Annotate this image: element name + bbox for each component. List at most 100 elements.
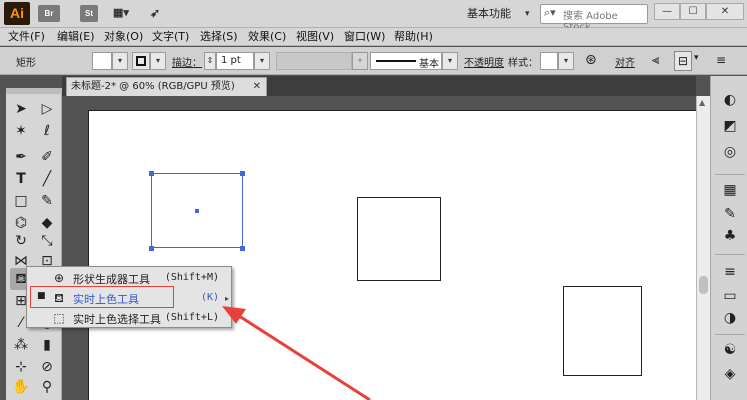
recolor-artwork-icon[interactable]: ⊛	[585, 52, 597, 68]
flyout-item-shortcut: (Shift+L)	[164, 312, 219, 323]
fill-swatch[interactable]	[92, 52, 112, 70]
menu-window[interactable]: 窗口(W)	[344, 28, 385, 46]
stroke-weight-input[interactable]: 1 pt	[216, 52, 254, 70]
transform-icon[interactable]: ⊟	[674, 51, 692, 71]
swatches-icon[interactable]: ▦	[720, 180, 740, 200]
brushes-icon[interactable]: ✎	[720, 204, 740, 224]
document-tab[interactable]: 未标题-2* @ 60% (RGB/GPU 预览) ✕	[66, 77, 267, 96]
transparency-icon[interactable]: ◑	[720, 308, 740, 328]
gradient-icon[interactable]: ▭	[720, 286, 740, 306]
workspace-switcher[interactable]: 基本功能	[467, 4, 525, 24]
variable-width-profile[interactable]	[276, 52, 352, 70]
menu-view[interactable]: 视图(V)	[296, 28, 334, 46]
menu-bar: 文件(F) 编辑(E) 对象(O) 文字(T) 选择(S) 效果(C) 视图(V…	[0, 28, 747, 46]
stroke-weight-dropdown-icon[interactable]: ▾	[254, 52, 270, 70]
panel-grip[interactable]	[6, 88, 62, 94]
stroke-dropdown-icon[interactable]: ▾	[150, 52, 166, 70]
lasso-tool-icon[interactable]: ℓ	[36, 120, 58, 142]
control-bar: 矩形 ▾ ▾ 描边： ⇕ 1 pt ▾ ▾ 基本 ▾ 不透明度 样式： ▾ ⊛ …	[0, 47, 747, 75]
slice-tool-icon[interactable]: ⊘	[36, 356, 58, 378]
curvature-tool-icon[interactable]: ✐	[36, 146, 58, 168]
rotate-tool-icon[interactable]: ↻	[10, 230, 32, 252]
flyout-item-shape-builder[interactable]: ⊕ 形状生成器工具 (Shift+M)	[27, 268, 231, 288]
title-bar: Ai Br St ▦▾ ➶ 基本功能 ▾ ⌕▾ 搜索 Adobe Stock —…	[0, 0, 747, 33]
gpu-performance-icon[interactable]: ➶	[146, 5, 164, 22]
flyout-item-live-paint-selection[interactable]: ⬚ 实时上色选择工具 (Shift+L)	[27, 308, 231, 328]
menu-effect[interactable]: 效果(C)	[248, 28, 286, 46]
stock-search-input[interactable]: ⌕▾ 搜索 Adobe Stock	[540, 4, 648, 33]
selection-handle[interactable]	[240, 171, 245, 176]
dock-divider	[715, 254, 745, 255]
profile-dropdown-icon[interactable]: ▾	[352, 52, 368, 70]
stroke-label[interactable]: 描边：	[172, 54, 202, 69]
panel-dock: ◐ ◩ ◎ ▦ ✎ ♣ ≡ ▭ ◑ ☯ ◈	[710, 76, 747, 400]
stroke-swatch[interactable]	[132, 52, 150, 70]
opacity-label[interactable]: 不透明度	[464, 54, 504, 69]
bridge-button[interactable]: Br	[38, 5, 60, 22]
menu-help[interactable]: 帮助(H)	[394, 28, 433, 46]
close-button[interactable]: ✕	[706, 3, 744, 20]
magic-wand-icon[interactable]: ✶	[10, 120, 32, 142]
align-left-icon[interactable]: ⫷	[652, 53, 659, 68]
menu-file[interactable]: 文件(F)	[8, 28, 45, 46]
menu-select[interactable]: 选择(S)	[200, 28, 238, 46]
pen-tool-icon[interactable]: ✒	[10, 146, 32, 168]
color-guide-icon[interactable]: ◩	[720, 116, 740, 136]
stock-button[interactable]: St	[80, 5, 98, 22]
tearoff-arrow-icon[interactable]: ▸	[225, 294, 229, 303]
live-paint-selection-icon: ⬚	[53, 311, 65, 325]
stroke-stepper-icon[interactable]: ⇕	[204, 52, 216, 70]
menu-icon[interactable]: ≡	[716, 53, 726, 67]
stroke-panel-icon[interactable]: ≡	[720, 262, 740, 282]
object-type-label: 矩形	[16, 58, 36, 69]
align-label[interactable]: 对齐	[615, 54, 635, 69]
minimize-button[interactable]: —	[654, 3, 680, 20]
search-icon: ⌕▾	[544, 6, 556, 19]
type-tool-icon[interactable]: T	[10, 168, 32, 190]
asset-export-icon[interactable]: ◈	[720, 364, 740, 384]
rectangle-tool-icon[interactable]: □	[10, 190, 32, 212]
document-tab-title: 未标题-2* @ 60% (RGB/GPU 预览)	[71, 81, 235, 92]
close-icon[interactable]: ✕	[253, 78, 261, 96]
brush-dropdown-icon[interactable]: ▾	[442, 52, 458, 70]
fill-dropdown-icon[interactable]: ▾	[112, 52, 128, 70]
direct-selection-tool-icon[interactable]: ▷	[36, 98, 58, 120]
line-tool-icon[interactable]: ╱	[36, 168, 58, 190]
menu-object[interactable]: 对象(O)	[104, 28, 143, 46]
document-tab-bar: 未标题-2* @ 60% (RGB/GPU 预览) ✕	[62, 76, 696, 96]
selection-handle[interactable]	[240, 246, 245, 251]
brush-label: 基本	[419, 59, 439, 70]
annotation-highlight-box	[30, 286, 174, 308]
style-label: 样式：	[508, 58, 538, 69]
scroll-up-icon[interactable]: ▲	[699, 98, 705, 107]
chevron-down-icon[interactable]: ▾	[694, 53, 699, 63]
style-dropdown-icon[interactable]: ▾	[558, 52, 574, 70]
scrollbar-thumb[interactable]	[699, 276, 708, 294]
graphic-style-swatch[interactable]	[540, 52, 558, 70]
color-panel-icon[interactable]: ◐	[720, 90, 740, 110]
arrange-documents-icon[interactable]: ▦▾	[106, 5, 136, 22]
flyout-item-shortcut: (K)	[200, 292, 219, 303]
symbol-sprayer-icon[interactable]: ⁂	[10, 334, 32, 356]
brush-definition[interactable]: 基本	[370, 52, 442, 70]
menu-type[interactable]: 文字(T)	[152, 28, 189, 46]
appearance-icon[interactable]: ◎	[720, 142, 740, 162]
rectangle[interactable]	[357, 197, 441, 281]
dock-divider	[715, 174, 745, 175]
selection-tool-icon[interactable]: ➤	[10, 98, 32, 120]
chevron-down-icon[interactable]: ▾	[525, 4, 530, 24]
zoom-tool-icon[interactable]: ⚲	[36, 376, 58, 398]
libraries-icon[interactable]: ☯	[720, 340, 740, 360]
scale-tool-icon[interactable]: ⤡	[36, 230, 58, 252]
vertical-scrollbar[interactable]: ▲	[696, 96, 710, 400]
menu-edit[interactable]: 编辑(E)	[57, 28, 95, 46]
artboard-tool-icon[interactable]: ⊹	[10, 356, 32, 378]
rectangle[interactable]	[563, 286, 642, 376]
column-graph-tool-icon[interactable]: ▮	[36, 334, 58, 356]
selection-handle[interactable]	[149, 171, 154, 176]
paintbrush-tool-icon[interactable]: ✎	[36, 190, 58, 212]
symbols-icon[interactable]: ♣	[720, 226, 740, 246]
hand-tool-icon[interactable]: ✋	[10, 376, 32, 398]
selection-handle[interactable]	[149, 246, 154, 251]
maximize-button[interactable]: ☐	[680, 3, 706, 20]
